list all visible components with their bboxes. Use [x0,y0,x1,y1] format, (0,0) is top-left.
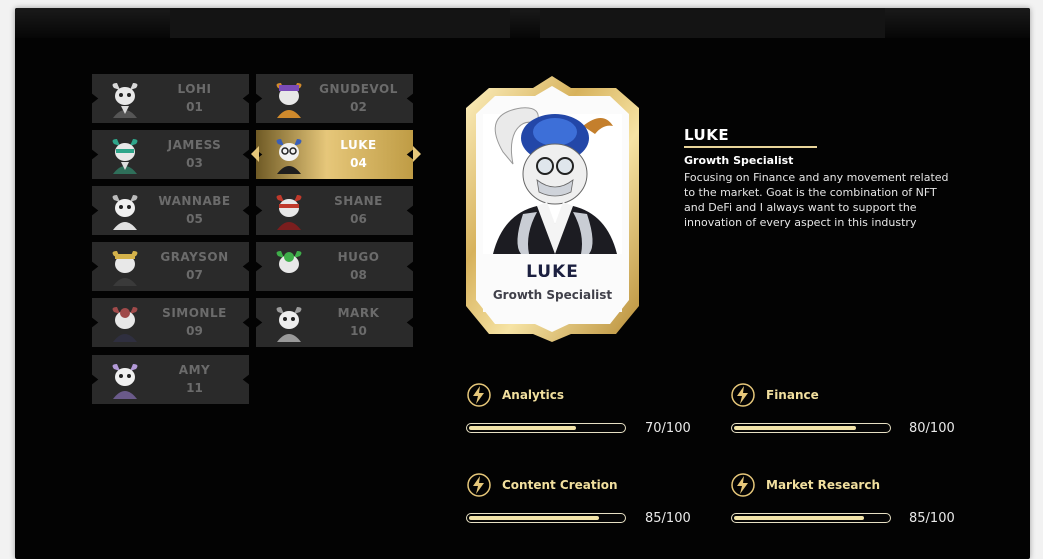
card-frame [466,76,639,342]
member-description: Focusing on Finance and any movement rel… [684,171,949,229]
team-card-gnudevol[interactable]: GNUDEVOL 02 [256,74,413,123]
lightning-bolt-icon [467,383,491,407]
team-member-number: 02 [350,100,367,114]
team-member-number: 01 [186,100,203,114]
skill-value-finance: 80/100 [909,421,955,436]
skill-bar-fill [734,515,864,520]
skill-bar-fill [469,515,599,520]
skill-bar-fill [734,425,856,430]
team-page: LOHI 01 JAMESS 03 WANNABE 05 GRAYSON 07 … [15,8,1030,559]
goat-avatar-icon [112,83,138,118]
team-card-amy[interactable]: AMY 11 [92,355,249,404]
team-member-name: SIMONLE [162,306,227,320]
team-member-number: 05 [186,212,203,226]
team-member-number: 11 [186,381,203,395]
heading-underline [684,146,817,148]
team-member-name: GNUDEVOL [319,82,398,96]
skill-label-content-creation: Content Creation [502,478,618,492]
skill-bar-market-research [731,513,891,523]
team-card-simonle[interactable]: SIMONLE 09 [92,298,249,347]
team-card-mark[interactable]: MARK 10 [256,298,413,347]
skill-bar-analytics [466,423,626,433]
lightning-bolt-icon [467,473,491,497]
team-member-number: 06 [350,212,367,226]
goat-avatar-icon [112,307,138,342]
skill-value-analytics: 70/100 [645,421,691,436]
team-member-number: 04 [350,156,367,170]
team-member-number: 03 [186,156,203,170]
goat-avatar-icon [112,364,138,399]
team-member-number: 09 [186,324,203,338]
skill-bar-content-creation [466,513,626,523]
goat-avatar-icon [112,195,138,230]
goat-avatar-icon [276,139,302,174]
skill-bar-finance [731,423,891,433]
skill-label-analytics: Analytics [502,388,564,402]
team-member-number: 10 [350,324,367,338]
team-member-name: LOHI [177,82,212,96]
goat-avatar-icon [112,251,138,286]
goat-avatar-icon [276,307,302,342]
team-card-wannabe[interactable]: WANNABE 05 [92,186,249,235]
team-card-hugo[interactable]: HUGO 08 [256,242,413,291]
team-card-jamess[interactable]: JAMESS 03 [92,130,249,179]
team-member-name: LUKE [340,138,377,152]
team-member-name: WANNABE [158,194,231,208]
team-card-shane[interactable]: SHANE 06 [256,186,413,235]
selection-left-arrow-icon [251,146,259,162]
card-member-role: Growth Specialist [492,288,613,302]
skill-value-content-creation: 85/100 [645,511,691,526]
goat-avatar-icon [112,139,138,174]
top-tab-right [540,8,885,38]
skill-label-market-research: Market Research [766,478,880,492]
team-card-grayson[interactable]: GRAYSON 07 [92,242,249,291]
team-member-number: 07 [186,268,203,282]
lightning-bolt-icon [731,473,755,497]
top-tab-left [170,8,510,38]
goat-avatar-icon [276,195,302,230]
lightning-bolt-icon [731,383,755,407]
team-card-lohi[interactable]: LOHI 01 [92,74,249,123]
team-member-name: GRAYSON [160,250,229,264]
team-member-name: AMY [178,363,211,377]
top-bar [15,8,1030,38]
team-member-number: 08 [350,268,367,282]
member-role: Growth Specialist [684,154,794,167]
skill-bar-fill [469,425,576,430]
skill-label-finance: Finance [766,388,819,402]
card-member-name: LUKE [526,262,579,282]
goat-avatar-icon [276,83,302,118]
team-card-luke[interactable]: LUKE 04 [256,130,413,179]
team-member-name: MARK [337,306,380,320]
member-name-heading: LUKE [684,126,730,144]
team-member-name: HUGO [337,250,380,264]
featured-member-card: LUKE Growth Specialist [463,74,642,344]
skill-value-market-research: 85/100 [909,511,955,526]
team-member-name: SHANE [334,194,383,208]
selection-right-arrow-icon [413,146,421,162]
team-member-name: JAMESS [167,138,222,152]
goat-avatar-icon [276,251,302,286]
